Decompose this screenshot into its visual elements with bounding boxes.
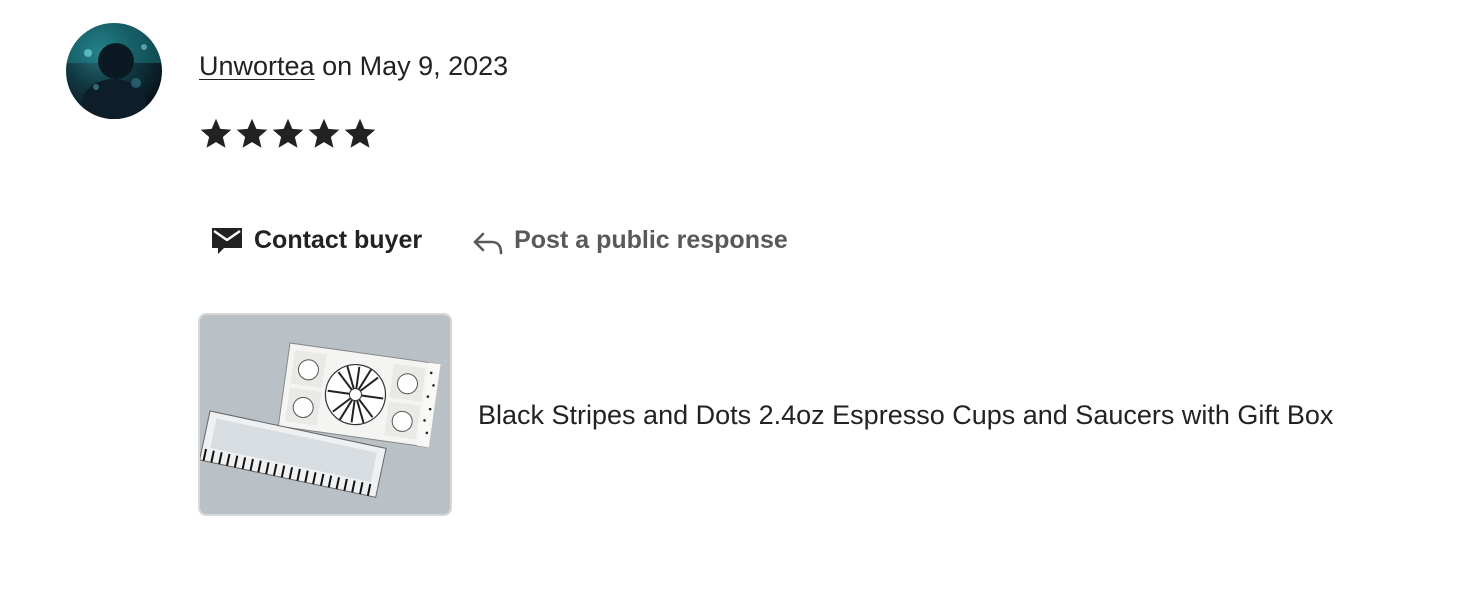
review-card: Unwortea on May 9, 2023 Contact buyer Po…	[0, 0, 1484, 608]
reply-arrow-icon	[472, 224, 504, 256]
star-icon	[272, 118, 304, 148]
post-public-response-button[interactable]: Post a public response	[472, 222, 788, 258]
listing-title-link[interactable]: Black Stripes and Dots 2.4oz Espresso Cu…	[478, 397, 1333, 433]
review-date: on May 9, 2023	[314, 51, 509, 81]
star-icon	[308, 118, 340, 148]
contact-buyer-button[interactable]: Contact buyer	[210, 222, 422, 258]
post-public-response-label: Post a public response	[514, 226, 788, 254]
review-byline: Unwortea on May 9, 2023	[199, 48, 508, 84]
avatar-image	[66, 23, 162, 119]
reviewed-listing: Black Stripes and Dots 2.4oz Espresso Cu…	[198, 313, 1333, 516]
contact-buyer-label: Contact buyer	[254, 226, 423, 254]
star-icon	[236, 118, 268, 148]
review-actions: Contact buyer Post a public response	[210, 222, 788, 258]
reviewer-username-link[interactable]: Unwortea	[199, 51, 315, 81]
listing-image	[200, 315, 450, 514]
star-icon	[200, 118, 232, 148]
avatar[interactable]	[66, 23, 162, 119]
listing-thumbnail[interactable]	[198, 313, 452, 516]
envelope-icon	[210, 224, 244, 256]
star-icon	[344, 118, 376, 148]
star-rating	[198, 115, 378, 153]
